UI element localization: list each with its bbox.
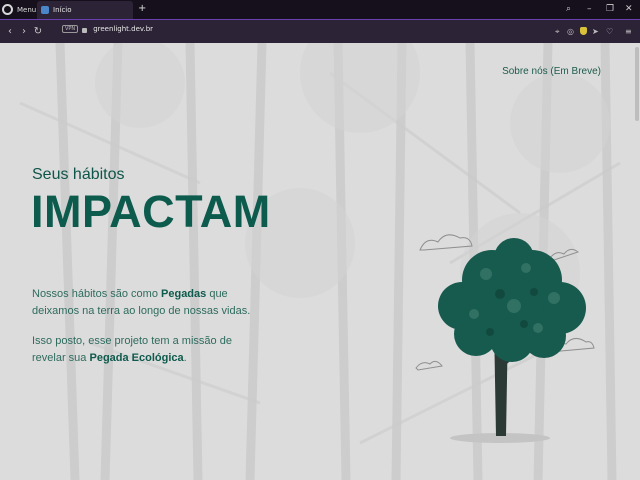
- forward-icon[interactable]: ›: [17, 26, 31, 37]
- nav-link-about[interactable]: Sobre nós (Em Breve): [502, 66, 601, 77]
- restore-icon[interactable]: ❐: [606, 3, 614, 15]
- tree-illustration: [415, 234, 595, 443]
- reload-icon[interactable]: ↻: [31, 26, 45, 37]
- opera-logo-icon: [2, 4, 13, 15]
- browser-tab-active[interactable]: Início: [37, 1, 133, 19]
- lock-icon[interactable]: [82, 27, 88, 33]
- search-icon[interactable]: ⌕: [566, 3, 571, 15]
- heart-icon[interactable]: ♡: [606, 27, 613, 36]
- hero-paragraph-2: Isso posto, esse projeto tem a missão de…: [32, 333, 262, 367]
- tab-title: Início: [53, 6, 72, 14]
- back-icon[interactable]: ‹: [3, 26, 17, 37]
- snapshot-icon[interactable]: ◎: [567, 27, 574, 36]
- hero-paragraph-1: Nossos hábitos são como Pegadas que deix…: [32, 286, 262, 320]
- favicon-icon: [41, 6, 49, 14]
- new-tab-button[interactable]: +: [138, 2, 146, 16]
- minimize-icon[interactable]: –: [587, 3, 592, 15]
- hero-kicker: Seus hábitos: [32, 166, 125, 183]
- para1-highlight: Pegadas: [161, 288, 207, 300]
- url-field[interactable]: VPN greenlight.dev.br: [62, 25, 153, 33]
- web-page: Sobre nós (Em Breve) Seus hábitos IMPACT…: [0, 43, 640, 480]
- scrollbar-thumb[interactable]: [635, 47, 639, 121]
- camera-icon[interactable]: ⌖: [555, 27, 560, 37]
- easy-setup-icon[interactable]: ≡: [625, 27, 632, 36]
- hero-headline: IMPACTAM: [31, 186, 271, 237]
- browser-tab-bar: Menu Início + ⌕ – ❐ ✕: [0, 0, 640, 19]
- browser-address-bar: ‹ › ↻ VPN greenlight.dev.br ⌖ ◎ ➤ ♡ ≡: [0, 19, 640, 43]
- vpn-badge[interactable]: VPN: [62, 25, 79, 33]
- adblock-shield-icon[interactable]: [580, 27, 587, 37]
- para2-text-after: .: [183, 352, 187, 364]
- close-icon[interactable]: ✕: [625, 3, 633, 15]
- para2-highlight: Pegada Ecológica: [89, 352, 184, 364]
- send-icon[interactable]: ➤: [592, 27, 599, 36]
- para1-text-before: Nossos hábitos são como: [32, 288, 162, 300]
- browser-menu-label: Menu: [17, 5, 37, 14]
- browser-menu-button[interactable]: Menu: [2, 2, 36, 17]
- url-text[interactable]: greenlight.dev.br: [93, 25, 153, 33]
- page-scrollbar[interactable]: [634, 43, 640, 480]
